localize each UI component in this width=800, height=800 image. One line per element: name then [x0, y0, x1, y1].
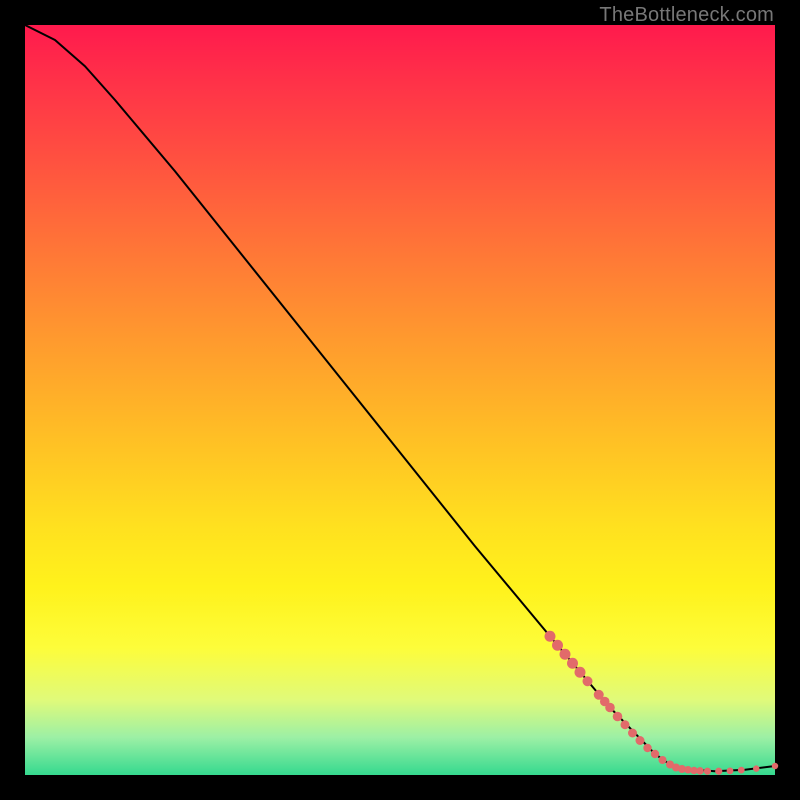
data-point [628, 729, 637, 738]
data-point [696, 767, 704, 775]
bottleneck-curve [25, 25, 775, 771]
data-point [560, 649, 571, 660]
data-point [621, 720, 630, 729]
data-point [727, 767, 734, 774]
data-point [583, 676, 593, 686]
data-point [753, 765, 759, 771]
data-point [643, 744, 651, 752]
data-point [715, 768, 722, 775]
data-point [613, 712, 623, 722]
highlighted-points [545, 631, 779, 775]
data-point [772, 763, 778, 769]
data-point [636, 736, 645, 745]
data-point [552, 640, 563, 651]
attribution-label: TheBottleneck.com [599, 4, 774, 27]
data-point [567, 658, 578, 669]
data-point [651, 750, 659, 758]
data-point [738, 767, 745, 774]
data-point [659, 756, 667, 764]
chart-frame: TheBottleneck.com [0, 0, 800, 800]
data-point [605, 703, 615, 713]
data-point [545, 631, 556, 642]
data-point [704, 768, 711, 775]
chart-overlay [25, 25, 775, 775]
curve-path [25, 25, 775, 771]
data-point [575, 667, 586, 678]
